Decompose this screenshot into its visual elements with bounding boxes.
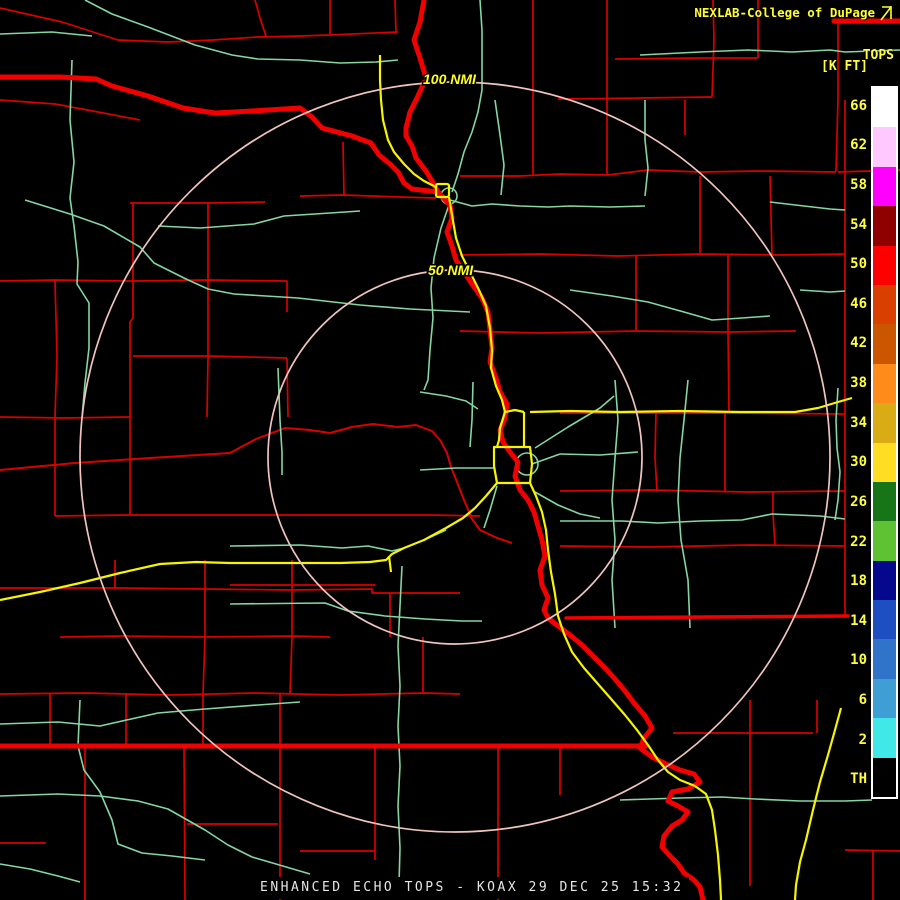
scale-label-18: 18 (850, 573, 867, 590)
scale-blocks (871, 86, 898, 799)
scale-block-62 (873, 127, 896, 167)
scale-label-58: 58 (850, 177, 867, 194)
scale-label-38: 38 (850, 375, 867, 392)
scale-block-34 (873, 403, 896, 443)
scale-label-42: 42 (850, 335, 867, 352)
scale-label-34: 34 (850, 414, 867, 431)
scale-label-26: 26 (850, 493, 867, 510)
range-ring-50nmi (267, 269, 643, 645)
scale-label-30: 30 (850, 454, 867, 471)
product-title: TOPS [K FT] (790, 49, 894, 73)
scale-label-TH: TH (850, 771, 867, 788)
range-ring-label-100nmi: 100 NMI (423, 71, 477, 87)
border-big-sioux (403, 0, 441, 195)
scale-label-66: 66 (850, 97, 867, 114)
brand-text: NEXLAB-College of DuPage (694, 5, 875, 20)
state-border-lines (0, 0, 900, 900)
base-map: 100 NMI 50 NMI (0, 0, 900, 900)
border-ia-mo (564, 614, 850, 620)
scale-label-62: 62 (850, 137, 867, 154)
scale-labels: 66 62 58 54 50 46 42 38 34 30 26 22 18 14 10 6 2 TH (845, 86, 871, 799)
status-text: ENHANCED ECHO TOPS - KOAX 29 DEC 25 15:3… (260, 880, 684, 895)
scale-label-54: 54 (850, 216, 867, 233)
scale-block-22 (873, 521, 896, 561)
scale-label-6: 6 (858, 691, 867, 708)
border-sd-ne (0, 74, 441, 195)
scale-block-66 (873, 88, 896, 128)
scale-block-10 (873, 639, 896, 679)
scale-block-TH (873, 757, 896, 798)
scale-block-38 (873, 363, 896, 404)
scale-label-2: 2 (858, 731, 867, 748)
scale-label-46: 46 (850, 295, 867, 312)
scale-block-26 (873, 481, 896, 522)
status-bar: ENHANCED ECHO TOPS - KOAX 29 DEC 25 15:3… (254, 877, 690, 899)
scale-block-58 (873, 166, 896, 207)
range-rings (79, 81, 831, 833)
scale-block-30 (873, 442, 896, 482)
color-scale: 66 62 58 54 50 46 42 38 34 30 26 22 18 14 10 6 2 TH (845, 86, 898, 799)
scale-label-50: 50 (850, 256, 867, 273)
scale-label-14: 14 (850, 612, 867, 629)
scale-block-42 (873, 324, 896, 364)
county-lines (0, 0, 900, 900)
scale-block-46 (873, 284, 896, 325)
scale-block-14 (873, 600, 896, 640)
nexlab-logo-icon (880, 6, 892, 21)
scale-block-2 (873, 718, 896, 758)
range-ring-label-50nmi: 50 NMI (428, 262, 474, 278)
header: NEXLAB-College of DuPage (694, 4, 894, 21)
scale-label-22: 22 (850, 533, 867, 550)
scale-label-10: 10 (850, 652, 867, 669)
radar-display: 100 NMI 50 NMI NEXLAB-College of DuPage … (0, 0, 900, 900)
road-lines (0, 0, 900, 885)
scale-block-6 (873, 678, 896, 719)
range-ring-100nmi (79, 81, 831, 833)
scale-block-50 (873, 245, 896, 285)
scale-block-54 (873, 206, 896, 246)
scale-block-18 (873, 560, 896, 601)
